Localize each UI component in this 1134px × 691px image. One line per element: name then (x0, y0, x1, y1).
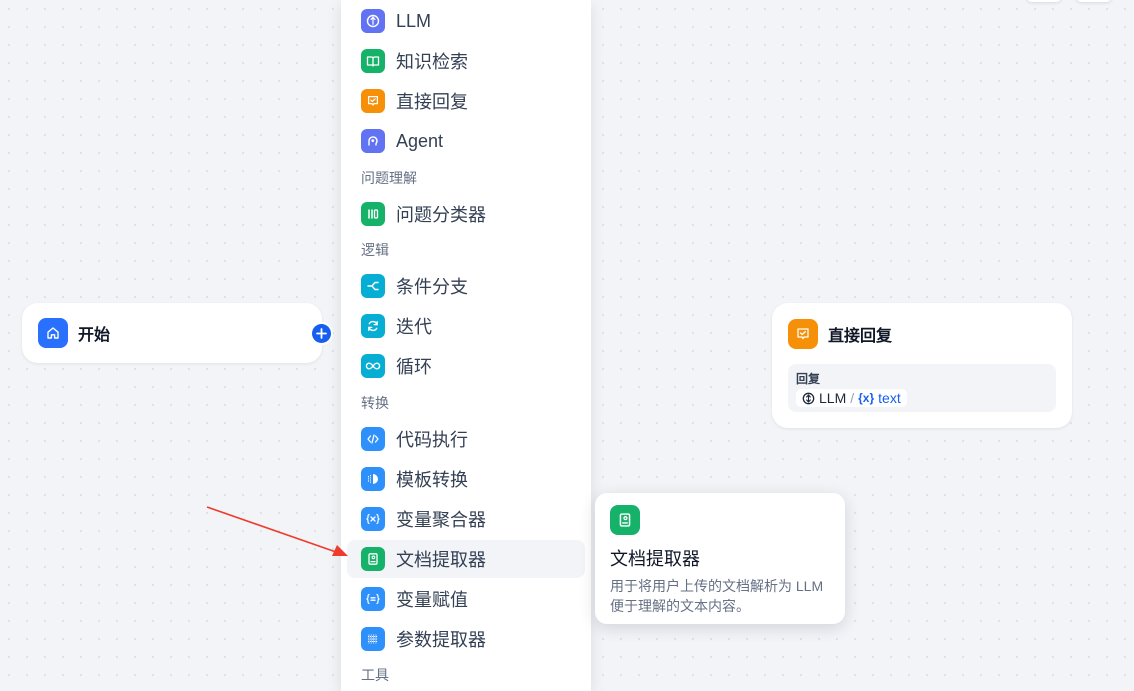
block-item-label: 问题分类器 (396, 205, 486, 225)
block-item-doc-extractor[interactable]: 文档提取器 (347, 540, 585, 578)
variable-name: text (878, 390, 901, 406)
block-item-label: LLM (396, 10, 432, 31)
block-item-question-classifier[interactable]: 问题分类器 (347, 195, 585, 233)
block-item-label: 迭代 (396, 317, 432, 337)
iteration-icon (361, 314, 385, 338)
tooltip-title: 文档提取器 (610, 549, 700, 569)
block-item-label: 直接回复 (396, 92, 468, 112)
home-icon (38, 318, 68, 348)
classifier-icon (361, 202, 385, 226)
toolbar-stub[interactable] (1076, 0, 1112, 2)
block-item-label: 变量聚合器 (396, 510, 486, 530)
branch-icon (361, 274, 385, 298)
variable-chip[interactable]: LLM / {x} text (796, 389, 907, 407)
llm-icon (361, 9, 385, 33)
block-item-if-else[interactable]: 条件分支 (347, 267, 585, 305)
block-item-parameter-extractor[interactable]: 参数提取器 (347, 620, 585, 658)
block-item-label: 变量赋值 (396, 590, 468, 610)
block-item-label: 条件分支 (396, 277, 468, 297)
doc-extractor-icon (610, 505, 640, 535)
group-title-tools: 工具 (361, 667, 389, 683)
answer-field[interactable]: 回复 LLM / {x} text (788, 364, 1056, 412)
block-selector-panel[interactable]: LLM 知识检索 直接回复 Agent 问题理解 问题分类器 逻辑 条件分支 迭… (341, 0, 591, 691)
doc-extractor-icon (361, 547, 385, 571)
template-icon (361, 467, 385, 491)
block-item-label: 循环 (396, 357, 432, 377)
variable-brace-icon: {x} (858, 391, 875, 405)
group-title-logic: 逻辑 (361, 242, 389, 258)
block-item-label: Agent (396, 130, 444, 151)
workflow-canvas[interactable]: 开始 直接回复 回复 LLM / {x} text LLM 知识检索 直接回复 … (0, 0, 1134, 691)
assign-icon (361, 587, 385, 611)
llm-icon (802, 392, 815, 405)
block-item-label: 代码执行 (396, 430, 468, 450)
block-item-template-transform[interactable]: 模板转换 (347, 460, 585, 498)
block-item-variable-aggregator[interactable]: 变量聚合器 (347, 500, 585, 538)
variable-separator: / (850, 390, 855, 406)
block-item-agent[interactable]: Agent (347, 122, 585, 160)
answer-field-label: 回复 (796, 372, 821, 386)
answer-node[interactable]: 直接回复 回复 LLM / {x} text (772, 303, 1072, 428)
agent-icon (361, 129, 385, 153)
variable-icon (361, 507, 385, 531)
group-title-transform: 转换 (361, 395, 389, 411)
variable-source: LLM (819, 390, 847, 406)
loop-icon (361, 354, 385, 378)
block-item-direct-reply[interactable]: 直接回复 (347, 82, 585, 120)
block-item-variable-assigner[interactable]: 变量赋值 (347, 580, 585, 618)
chat-check-icon (361, 89, 385, 113)
block-item-label: 文档提取器 (396, 550, 486, 570)
start-node-title: 开始 (78, 327, 111, 344)
tooltip-description: 用于将用户上传的文档解析为 LLM 便于理解的文本内容。 (610, 578, 824, 614)
block-item-loop[interactable]: 循环 (347, 347, 585, 385)
param-extractor-icon (361, 627, 385, 651)
group-title-question: 问题理解 (361, 170, 417, 186)
block-item-label: 模板转换 (396, 470, 468, 490)
block-item-llm[interactable]: LLM (347, 2, 585, 40)
block-item-label: 知识检索 (396, 52, 468, 72)
block-item-label: 参数提取器 (396, 630, 486, 650)
chat-check-icon (788, 319, 818, 349)
code-icon (361, 427, 385, 451)
block-item-knowledge-retrieval[interactable]: 知识检索 (347, 42, 585, 80)
toolbar-stub[interactable] (1026, 0, 1062, 2)
block-tooltip: 文档提取器 用于将用户上传的文档解析为 LLM 便于理解的文本内容。 (595, 493, 845, 624)
book-icon (361, 49, 385, 73)
answer-node-title: 直接回复 (828, 328, 893, 345)
block-item-iteration[interactable]: 迭代 (347, 307, 585, 345)
start-node[interactable]: 开始 (22, 303, 331, 363)
block-item-code[interactable]: 代码执行 (347, 420, 585, 458)
add-node-button[interactable] (312, 324, 331, 343)
